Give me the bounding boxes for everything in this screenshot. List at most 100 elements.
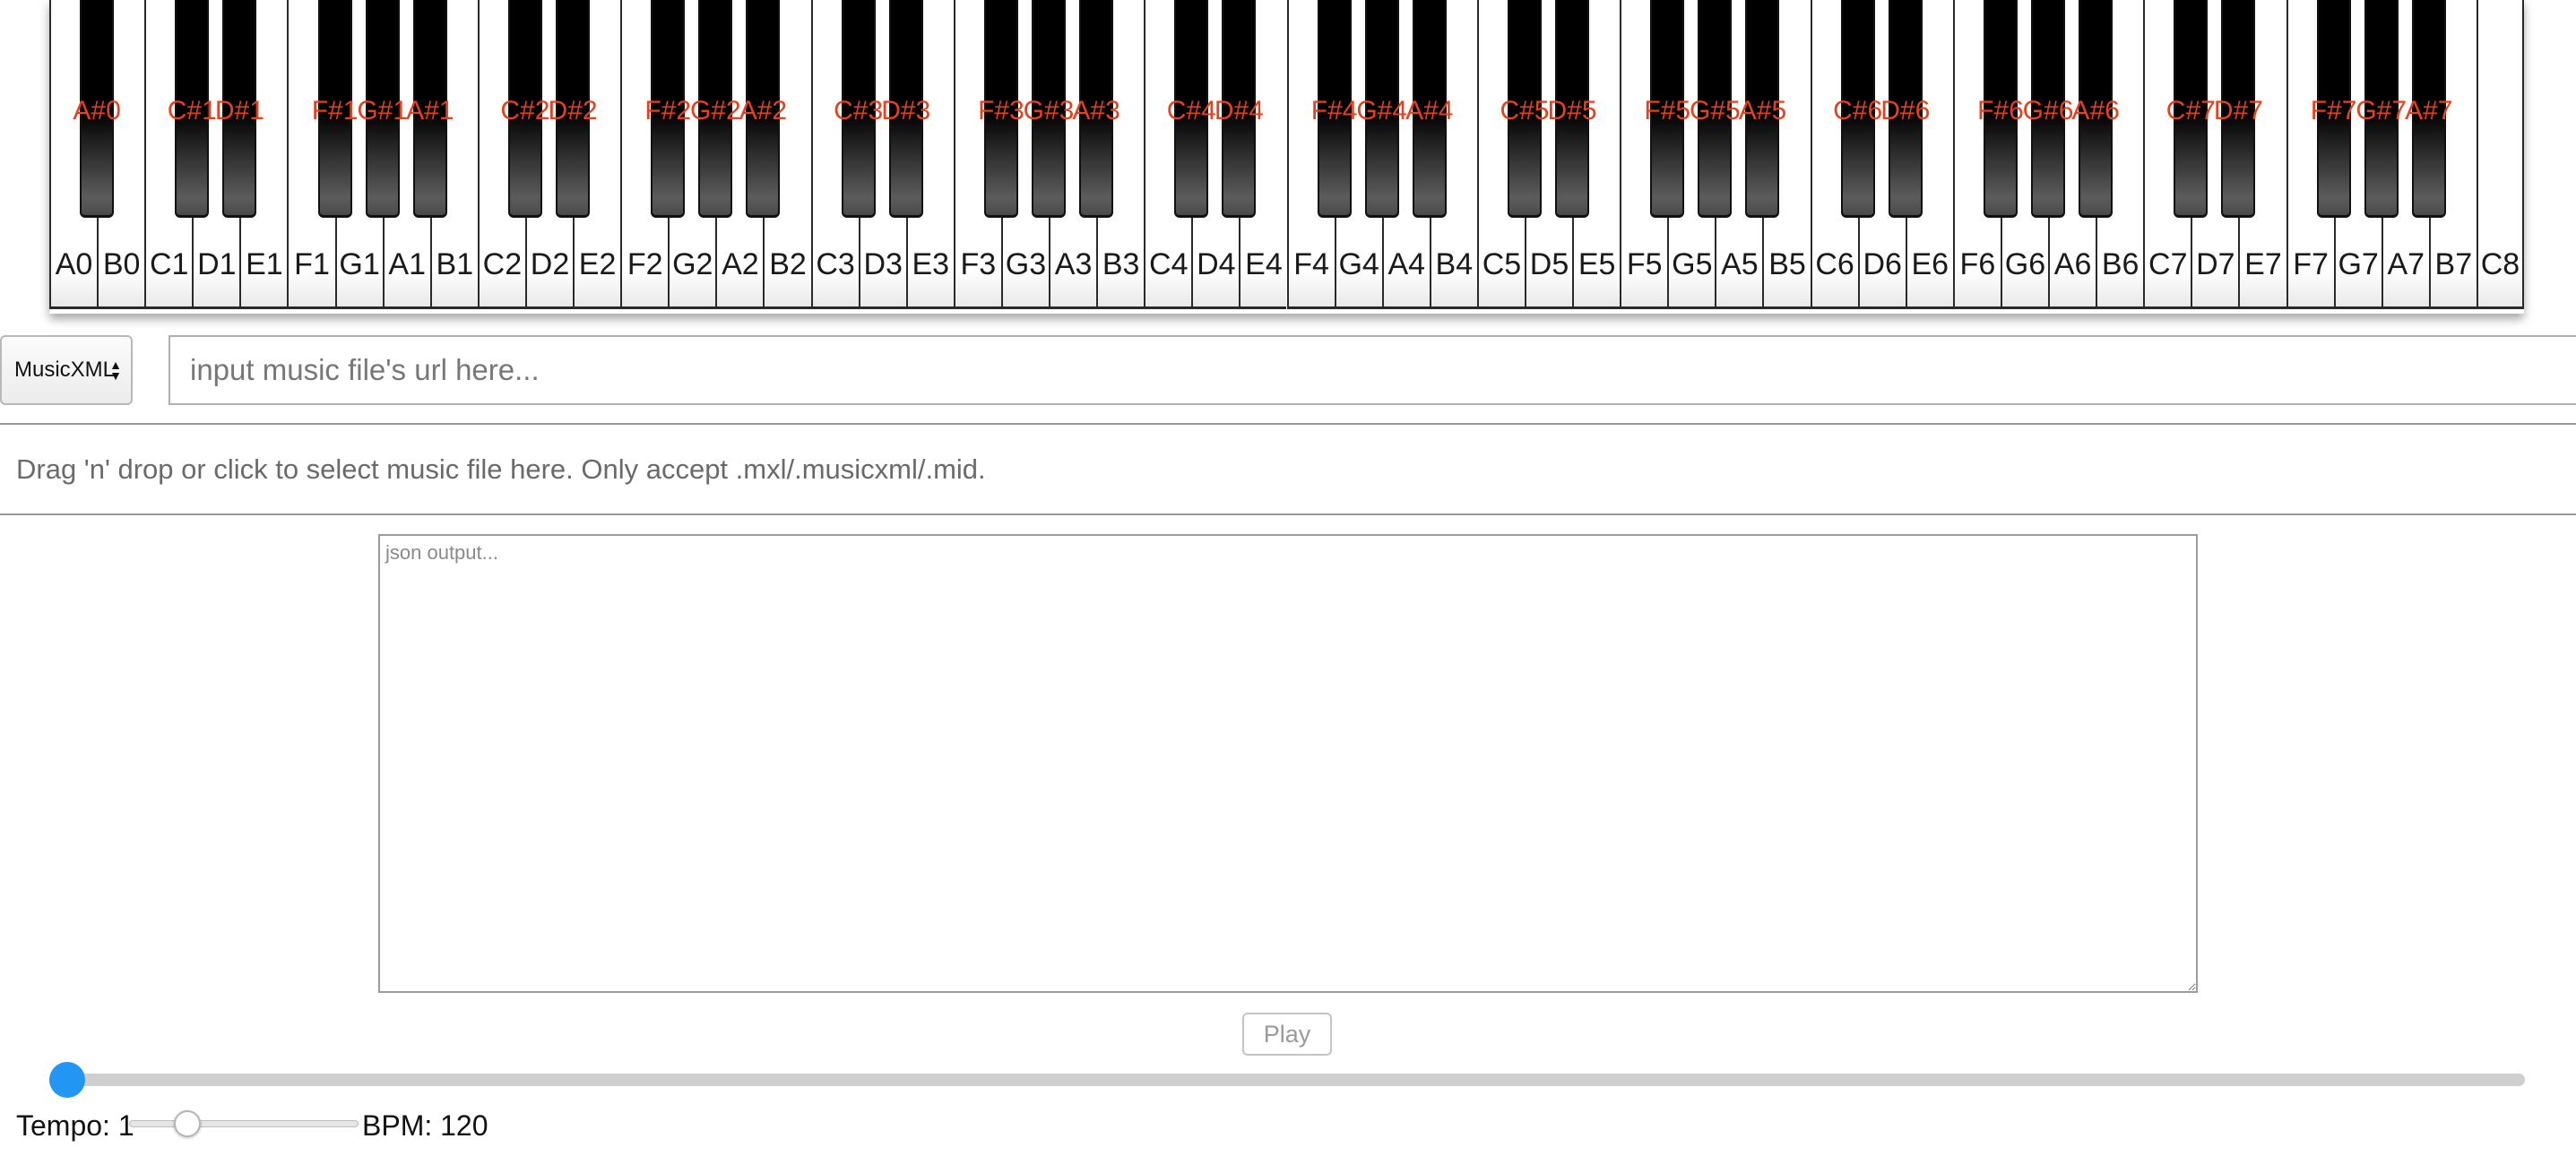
white-key-label: F4 <box>1293 247 1329 281</box>
black-key-g-sharp-5[interactable] <box>1698 0 1733 218</box>
white-key-label: E5 <box>1578 247 1616 281</box>
play-button[interactable]: Play <box>1242 1013 1332 1056</box>
white-key-label: D7 <box>2196 247 2235 281</box>
black-key-c-sharp-5[interactable] <box>1507 0 1542 218</box>
white-key-label: F5 <box>1626 247 1663 281</box>
white-key-label: E3 <box>912 247 950 281</box>
progress-slider[interactable] <box>49 1062 2525 1098</box>
black-key-c-sharp-3[interactable] <box>841 0 876 218</box>
white-key-label: B0 <box>102 247 141 281</box>
white-key-label: C1 <box>150 247 189 281</box>
black-key-a-sharp-4[interactable] <box>1412 0 1447 218</box>
black-key-g-sharp-6[interactable] <box>2031 0 2066 218</box>
white-key-label: B2 <box>769 247 807 281</box>
black-key-f-sharp-2[interactable] <box>651 0 686 218</box>
white-key-label: A7 <box>2387 247 2425 281</box>
white-key-label: D1 <box>197 247 237 281</box>
white-key-label: C3 <box>816 247 855 281</box>
dropzone-text: Drag 'n' drop or click to select music f… <box>16 453 986 485</box>
black-key-a-sharp-2[interactable] <box>746 0 781 218</box>
white-key-label: E2 <box>578 247 617 281</box>
black-key-c-sharp-1[interactable] <box>175 0 210 218</box>
white-key-label: G7 <box>2338 247 2379 281</box>
white-key-label: C2 <box>482 247 523 281</box>
url-input[interactable] <box>169 335 2576 405</box>
white-key-c8[interactable]: C8 <box>2476 0 2524 309</box>
white-key-label: C7 <box>2148 247 2188 281</box>
black-key-g-sharp-7[interactable] <box>2364 0 2399 218</box>
black-key-g-sharp-2[interactable] <box>698 0 733 218</box>
white-key-label: D4 <box>1197 247 1236 281</box>
format-select[interactable]: MusicXML ▲ ▼ <box>0 335 133 405</box>
black-key-d-sharp-6[interactable] <box>1888 0 1923 218</box>
white-key-label: A5 <box>1721 247 1759 281</box>
white-key-label: B5 <box>1768 247 1806 281</box>
black-key-f-sharp-3[interactable] <box>983 0 1018 218</box>
black-key-g-sharp-3[interactable] <box>1032 0 1067 218</box>
white-key-label: F6 <box>1959 247 1996 281</box>
black-key-d-sharp-1[interactable] <box>222 0 257 218</box>
black-key-f-sharp-4[interactable] <box>1317 0 1352 218</box>
white-key-label: C8 <box>2480 247 2520 281</box>
white-key-label: E6 <box>1911 247 1949 281</box>
black-key-d-sharp-3[interactable] <box>888 0 923 218</box>
white-key-label: A6 <box>2053 247 2092 281</box>
tempo-slider[interactable] <box>129 1110 359 1137</box>
file-dropzone[interactable]: Drag 'n' drop or click to select music f… <box>0 423 2576 515</box>
black-key-d-sharp-7[interactable] <box>2221 0 2256 218</box>
black-key-c-sharp-4[interactable] <box>1174 0 1209 218</box>
white-key-label: D3 <box>863 247 903 281</box>
white-key-label: C4 <box>1149 247 1189 281</box>
white-key-label: F7 <box>2293 247 2329 281</box>
json-output-textarea[interactable] <box>378 534 2198 993</box>
black-key-g-sharp-1[interactable] <box>365 0 400 218</box>
black-key-a-sharp-7[interactable] <box>2411 0 2446 218</box>
piano-keyboard: A0 B0 C1 D1 E1 F1 G1 A1 B1 C2 D2 E2 F2 G2 A2 B2 C3 D3 E3 F3… <box>49 0 2524 314</box>
bpm-label: BPM: 120 <box>362 1109 488 1142</box>
black-key-f-sharp-6[interactable] <box>1983 0 2018 218</box>
black-key-d-sharp-5[interactable] <box>1555 0 1590 218</box>
black-key-a-sharp-5[interactable] <box>1745 0 1780 218</box>
white-key-label: G5 <box>1672 247 1713 281</box>
white-key-label: F1 <box>294 247 330 281</box>
black-key-a-sharp-3[interactable] <box>1079 0 1114 218</box>
white-key-label: A3 <box>1054 247 1093 281</box>
white-key-label: C6 <box>1815 247 1854 281</box>
white-key-label: B6 <box>2101 247 2139 281</box>
white-key-label: B3 <box>1102 247 1140 281</box>
black-key-c-sharp-6[interactable] <box>1840 0 1875 218</box>
white-key-label: B4 <box>1435 247 1474 281</box>
black-key-d-sharp-4[interactable] <box>1222 0 1257 218</box>
black-key-a-sharp-0[interactable] <box>80 0 115 218</box>
white-key-label: B1 <box>436 247 474 281</box>
progress-slider-thumb[interactable] <box>49 1062 85 1098</box>
black-key-f-sharp-1[interactable] <box>317 0 352 218</box>
white-key-label: D2 <box>530 247 570 281</box>
white-key-label: B7 <box>2434 247 2473 281</box>
black-key-f-sharp-5[interactable] <box>1650 0 1685 218</box>
black-key-c-sharp-2[interactable] <box>507 0 542 218</box>
white-key-label: G2 <box>672 247 713 281</box>
white-key-label: F3 <box>960 247 997 281</box>
white-key-label: C5 <box>1482 247 1522 281</box>
black-key-g-sharp-4[interactable] <box>1364 0 1399 218</box>
black-key-d-sharp-2[interactable] <box>556 0 591 218</box>
black-key-c-sharp-7[interactable] <box>2174 0 2209 218</box>
white-key-label: G6 <box>2004 247 2046 281</box>
black-key-a-sharp-1[interactable] <box>412 0 447 218</box>
black-key-a-sharp-6[interactable] <box>2079 0 2114 218</box>
white-key-label: A2 <box>722 247 759 281</box>
white-key-label: G4 <box>1338 247 1379 281</box>
format-select-value: MusicXML <box>14 358 116 382</box>
select-arrows-icon: ▲ ▼ <box>109 358 122 383</box>
white-key-label: F2 <box>627 247 663 281</box>
tempo-label: Tempo: 1 <box>16 1109 134 1142</box>
white-key-label: A1 <box>388 247 427 281</box>
white-key-label: D5 <box>1529 247 1569 281</box>
white-key-label: E1 <box>246 247 283 281</box>
tempo-slider-thumb[interactable] <box>173 1110 201 1137</box>
white-key-label: E4 <box>1245 247 1283 281</box>
white-key-label: G1 <box>339 247 380 281</box>
black-key-f-sharp-7[interactable] <box>2316 0 2351 218</box>
white-key-label: A4 <box>1387 247 1426 281</box>
